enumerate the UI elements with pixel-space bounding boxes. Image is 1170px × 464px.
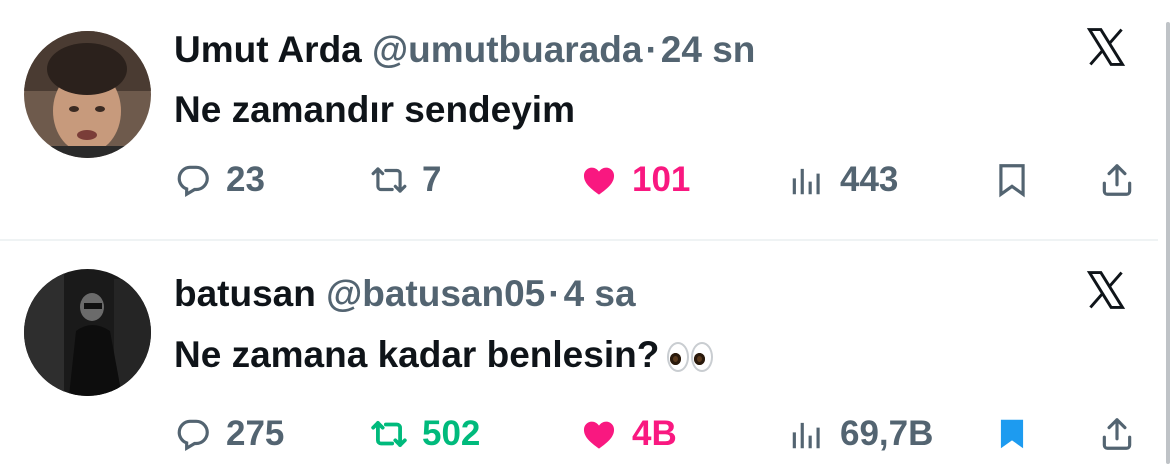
- avatar[interactable]: [24, 269, 151, 396]
- timestamp[interactable]: 4 sa: [564, 273, 636, 314]
- tweet-1[interactable]: Umut Arda @umutbuarada·24 sn Ne zamandır…: [0, 0, 1158, 240]
- username[interactable]: @batusan05: [326, 273, 545, 314]
- tweet-text-content: Ne zamana kadar benlesin?: [174, 334, 660, 375]
- username[interactable]: @umutbuarada: [372, 29, 642, 70]
- reply-count: 275: [226, 414, 285, 453]
- share-icon: [1102, 418, 1132, 450]
- share-icon: [1102, 164, 1132, 196]
- reply-icon: [177, 165, 209, 198]
- bookmark-icon: [1000, 419, 1024, 449]
- tweet-2[interactable]: batusan @batusan05·4 sa Ne zamana kadar …: [0, 241, 1158, 464]
- eyes-emoji-icon: [667, 342, 714, 373]
- like-count: 101: [632, 160, 691, 199]
- tweet-text: Ne zamana kadar benlesin?: [174, 333, 714, 377]
- share-button[interactable]: [1098, 409, 1136, 459]
- views-button[interactable]: 443: [788, 155, 898, 205]
- retweet-count: 7: [422, 160, 442, 199]
- reply-button[interactable]: 23: [174, 155, 265, 205]
- retweet-button[interactable]: 502: [370, 409, 480, 459]
- retweet-button[interactable]: 7: [370, 155, 441, 205]
- action-bar: 23 7 101 443: [0, 155, 1158, 205]
- separator-dot: ·: [645, 29, 658, 70]
- retweet-icon: [371, 167, 407, 193]
- tweet-text: Ne zamandır sendeyim: [174, 89, 575, 130]
- bookmark-button[interactable]: [993, 409, 1031, 459]
- views-button[interactable]: 69,7B: [788, 409, 933, 459]
- like-button[interactable]: 101: [580, 155, 690, 205]
- retweet-icon: [371, 421, 407, 447]
- display-name[interactable]: batusan: [174, 273, 316, 314]
- x-logo-icon: [1084, 268, 1128, 312]
- reply-count: 23: [226, 160, 265, 199]
- avatar[interactable]: [24, 31, 151, 158]
- like-button[interactable]: 4B: [580, 409, 677, 459]
- scrollbar[interactable]: [1166, 22, 1170, 464]
- views-icon: [792, 422, 820, 449]
- separator-dot: ·: [548, 273, 561, 314]
- heart-icon: [583, 421, 615, 449]
- action-bar: 275 502 4B 69,7B: [0, 409, 1158, 459]
- retweet-count: 502: [422, 414, 481, 453]
- tweet-header: batusan @batusan05·4 sa: [174, 272, 636, 316]
- display-name[interactable]: Umut Arda: [174, 29, 362, 70]
- heart-icon: [583, 167, 615, 195]
- like-count: 4B: [632, 414, 677, 453]
- x-logo-icon: [1084, 25, 1128, 69]
- view-count: 443: [840, 160, 899, 199]
- timestamp[interactable]: 24 sn: [661, 29, 756, 70]
- bookmark-icon: [999, 164, 1025, 198]
- reply-button[interactable]: 275: [174, 409, 284, 459]
- bookmark-button[interactable]: [993, 155, 1031, 205]
- reply-icon: [177, 419, 209, 452]
- views-icon: [792, 168, 820, 195]
- view-count: 69,7B: [840, 414, 934, 453]
- share-button[interactable]: [1098, 155, 1136, 205]
- tweet-header: Umut Arda @umutbuarada·24 sn: [174, 28, 755, 72]
